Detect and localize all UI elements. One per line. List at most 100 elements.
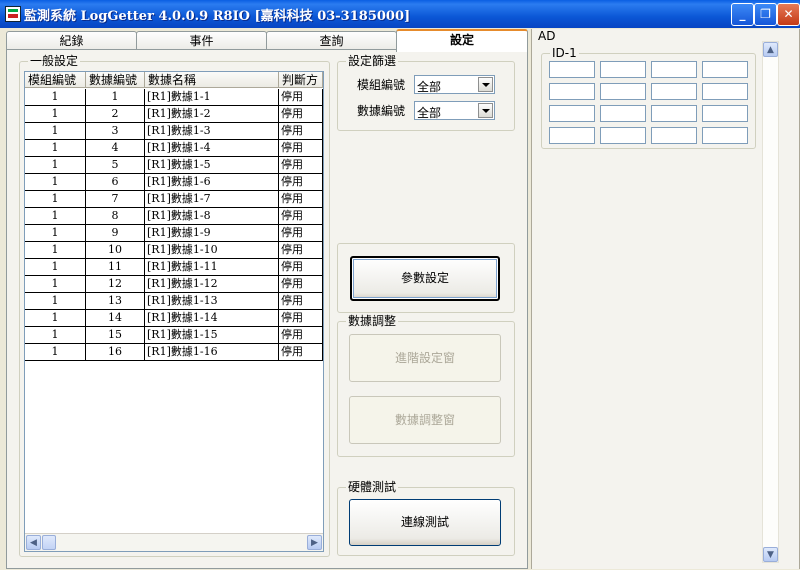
ad-value-cell[interactable] xyxy=(702,61,748,78)
cell-judge[interactable]: 停用 xyxy=(279,327,323,344)
data-adjust-window-button[interactable]: 數據調整窗 xyxy=(349,396,501,444)
cell-data-name[interactable]: [R1]數據1-3 xyxy=(145,123,279,140)
cell-module[interactable]: 1 xyxy=(25,157,86,174)
module-filter-select[interactable]: 全部 xyxy=(414,75,495,94)
cell-data-name[interactable]: [R1]數據1-7 xyxy=(145,191,279,208)
cell-data-no[interactable]: 7 xyxy=(86,191,145,208)
column-header-judge[interactable]: 判斷方 xyxy=(279,72,323,88)
cell-data-no[interactable]: 1 xyxy=(86,89,145,106)
cell-judge[interactable]: 停用 xyxy=(279,276,323,293)
cell-module[interactable]: 1 xyxy=(25,293,86,310)
ad-value-cell[interactable] xyxy=(651,127,697,144)
scroll-down-arrow-icon[interactable]: ▼ xyxy=(763,547,778,562)
cell-judge[interactable]: 停用 xyxy=(279,225,323,242)
ad-value-cell[interactable] xyxy=(600,83,646,100)
ad-value-cell[interactable] xyxy=(702,105,748,122)
cell-judge[interactable]: 停用 xyxy=(279,293,323,310)
ad-value-cell[interactable] xyxy=(702,83,748,100)
parameter-settings-button[interactable]: 參數設定 xyxy=(350,256,500,301)
column-header-data-name[interactable]: 數據名稱 xyxy=(145,72,279,88)
cell-data-name[interactable]: [R1]數據1-14 xyxy=(145,310,279,327)
cell-judge[interactable]: 停用 xyxy=(279,89,323,106)
cell-judge[interactable]: 停用 xyxy=(279,208,323,225)
cell-data-no[interactable]: 2 xyxy=(86,106,145,123)
cell-data-no[interactable]: 11 xyxy=(86,259,145,276)
scroll-right-arrow-icon[interactable]: ▶ xyxy=(307,535,322,550)
cell-judge[interactable]: 停用 xyxy=(279,174,323,191)
scroll-up-arrow-icon[interactable]: ▲ xyxy=(763,42,778,57)
cell-data-no[interactable]: 8 xyxy=(86,208,145,225)
cell-data-name[interactable]: [R1]數據1-6 xyxy=(145,174,279,191)
ad-value-cell[interactable] xyxy=(651,105,697,122)
cell-judge[interactable]: 停用 xyxy=(279,310,323,327)
cell-data-name[interactable]: [R1]數據1-2 xyxy=(145,106,279,123)
cell-data-no[interactable]: 16 xyxy=(86,344,145,361)
cell-judge[interactable]: 停用 xyxy=(279,106,323,123)
cell-module[interactable]: 1 xyxy=(25,225,86,242)
cell-data-name[interactable]: [R1]數據1-10 xyxy=(145,242,279,259)
ad-value-cell[interactable] xyxy=(600,61,646,78)
cell-judge[interactable]: 停用 xyxy=(279,259,323,276)
ad-value-cell[interactable] xyxy=(702,127,748,144)
connection-test-button[interactable]: 連線測試 xyxy=(349,499,501,546)
cell-data-name[interactable]: [R1]數據1-16 xyxy=(145,344,279,361)
cell-data-no[interactable]: 10 xyxy=(86,242,145,259)
cell-module[interactable]: 1 xyxy=(25,89,86,106)
close-button[interactable]: ✕ xyxy=(777,3,800,26)
data-filter-select[interactable]: 全部 xyxy=(414,101,495,120)
cell-module[interactable]: 1 xyxy=(25,106,86,123)
ad-value-cell[interactable] xyxy=(549,61,595,78)
cell-data-name[interactable]: [R1]數據1-12 xyxy=(145,276,279,293)
cell-module[interactable]: 1 xyxy=(25,174,86,191)
cell-data-name[interactable]: [R1]數據1-15 xyxy=(145,327,279,344)
settings-grid[interactable]: 模組編號 數據編號 數據名稱 判斷方 1 1 [R1]數據1-1 停用 1 2 [R1]數據… xyxy=(24,71,324,552)
horizontal-scrollbar[interactable]: ◀ ▶ xyxy=(25,533,323,551)
cell-judge[interactable]: 停用 xyxy=(279,123,323,140)
minimize-button[interactable]: _ xyxy=(731,3,754,26)
cell-module[interactable]: 1 xyxy=(25,123,86,140)
cell-module[interactable]: 1 xyxy=(25,310,86,327)
cell-judge[interactable]: 停用 xyxy=(279,140,323,157)
cell-data-name[interactable]: [R1]數據1-13 xyxy=(145,293,279,310)
cell-module[interactable]: 1 xyxy=(25,242,86,259)
cell-data-no[interactable]: 4 xyxy=(86,140,145,157)
advanced-settings-button[interactable]: 進階設定窗 xyxy=(349,334,501,382)
ad-value-cell[interactable] xyxy=(549,127,595,144)
cell-data-no[interactable]: 6 xyxy=(86,174,145,191)
cell-module[interactable]: 1 xyxy=(25,191,86,208)
tab-events[interactable]: 事件 xyxy=(136,31,267,50)
ad-value-cell[interactable] xyxy=(600,127,646,144)
scroll-left-arrow-icon[interactable]: ◀ xyxy=(26,535,41,550)
cell-data-name[interactable]: [R1]數據1-5 xyxy=(145,157,279,174)
cell-judge[interactable]: 停用 xyxy=(279,191,323,208)
cell-module[interactable]: 1 xyxy=(25,344,86,361)
ad-value-cell[interactable] xyxy=(549,83,595,100)
cell-data-no[interactable]: 5 xyxy=(86,157,145,174)
cell-data-no[interactable]: 14 xyxy=(86,310,145,327)
cell-judge[interactable]: 停用 xyxy=(279,242,323,259)
cell-data-no[interactable]: 9 xyxy=(86,225,145,242)
vertical-scrollbar[interactable]: ▲ ▼ xyxy=(762,41,779,563)
column-header-data-no[interactable]: 數據編號 xyxy=(86,72,145,88)
tab-settings[interactable]: 設定 xyxy=(396,29,528,52)
cell-data-no[interactable]: 3 xyxy=(86,123,145,140)
cell-judge[interactable]: 停用 xyxy=(279,344,323,361)
tab-records[interactable]: 紀錄 xyxy=(6,31,137,50)
column-header-module[interactable]: 模組編號 xyxy=(25,72,86,88)
maximize-button[interactable]: ❐ xyxy=(754,3,777,26)
cell-module[interactable]: 1 xyxy=(25,259,86,276)
cell-judge[interactable]: 停用 xyxy=(279,157,323,174)
cell-data-name[interactable]: [R1]數據1-9 xyxy=(145,225,279,242)
cell-data-no[interactable]: 13 xyxy=(86,293,145,310)
cell-data-no[interactable]: 15 xyxy=(86,327,145,344)
ad-value-cell[interactable] xyxy=(651,61,697,78)
cell-data-name[interactable]: [R1]數據1-11 xyxy=(145,259,279,276)
ad-value-cell[interactable] xyxy=(549,105,595,122)
cell-data-name[interactable]: [R1]數據1-8 xyxy=(145,208,279,225)
cell-module[interactable]: 1 xyxy=(25,327,86,344)
scroll-thumb[interactable] xyxy=(42,535,56,550)
cell-data-name[interactable]: [R1]數據1-4 xyxy=(145,140,279,157)
tab-query[interactable]: 查詢 xyxy=(266,31,397,50)
cell-module[interactable]: 1 xyxy=(25,208,86,225)
ad-value-cell[interactable] xyxy=(600,105,646,122)
